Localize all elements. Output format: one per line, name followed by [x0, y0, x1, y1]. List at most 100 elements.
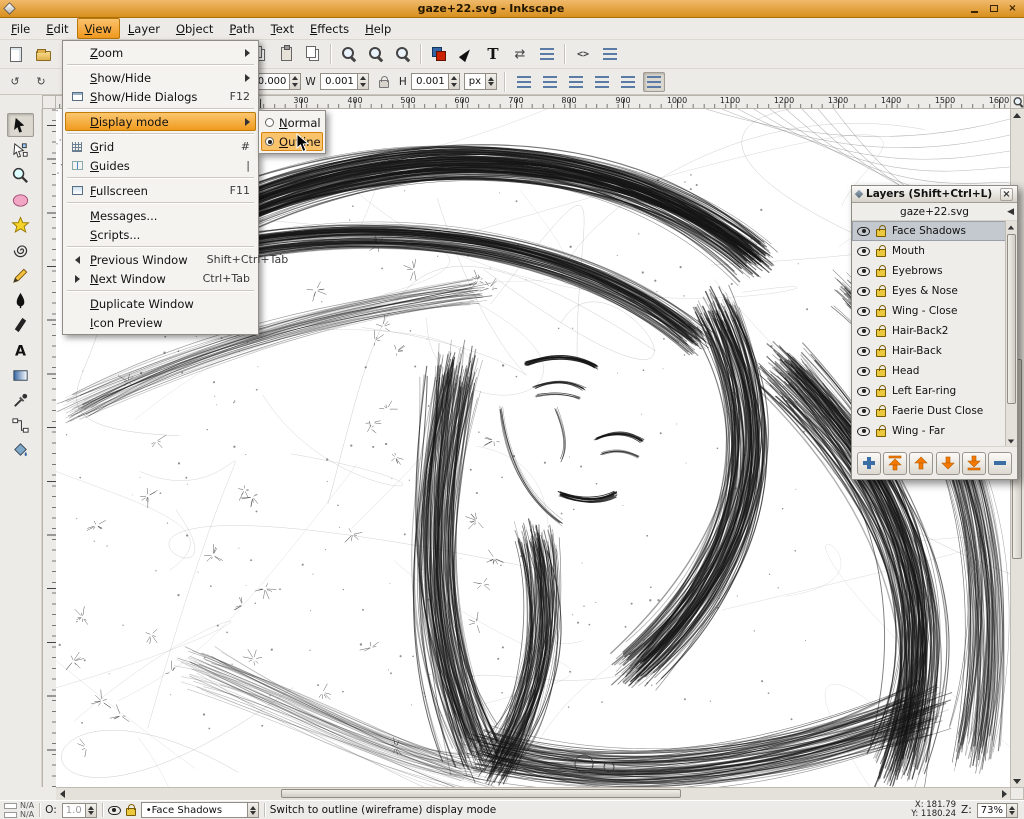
open-button[interactable]	[30, 42, 56, 67]
horizontal-scroll-thumb[interactable]	[281, 789, 681, 798]
units-combo[interactable]: px	[464, 73, 497, 90]
xml-editor-button[interactable]: <>	[570, 42, 596, 67]
menu-item-icon-preview[interactable]: Icon Preview	[65, 313, 256, 332]
visibility-eye-icon[interactable]	[857, 287, 870, 296]
lock-icon[interactable]	[876, 329, 886, 337]
tool-calligraphy[interactable]	[7, 313, 34, 337]
w-field[interactable]: 0.001	[320, 73, 369, 90]
tool-connector[interactable]	[7, 413, 34, 437]
lock-icon[interactable]	[876, 309, 886, 317]
layer-row[interactable]: Eyes & Nose	[852, 281, 1006, 301]
lock-ratio-button[interactable]	[373, 72, 395, 92]
visibility-eye-icon[interactable]	[857, 227, 870, 236]
layers-scroll-thumb[interactable]	[1007, 234, 1016, 404]
menu-item-display-mode[interactable]: Display mode	[65, 112, 256, 131]
scroll-left-button[interactable]	[56, 788, 68, 800]
tool-zoom[interactable]	[7, 163, 34, 187]
menu-item-messages[interactable]: Messages...	[65, 206, 256, 225]
scroll-down-button[interactable]	[1011, 775, 1023, 787]
close-button[interactable]: ×	[1005, 2, 1020, 16]
duplicate-button[interactable]	[300, 42, 326, 67]
visibility-eye-icon[interactable]	[857, 427, 870, 436]
lower-layer-to-bottom-button[interactable]	[962, 452, 986, 475]
layer-row[interactable]: Wing - Far	[852, 421, 1006, 441]
visibility-eye-icon[interactable]	[857, 347, 870, 356]
layer-row[interactable]: Left Ear-ring	[852, 381, 1006, 401]
tool-bezier-pen[interactable]	[7, 288, 34, 312]
menu-item-display-outline[interactable]: Outline	[261, 132, 323, 151]
menu-item-next-window[interactable]: Next WindowCtrl+Tab	[65, 269, 256, 288]
layer-row[interactable]: Face Shadows	[852, 221, 1006, 241]
lock-icon[interactable]	[876, 229, 886, 237]
horizontal-scrollbar[interactable]	[56, 787, 1010, 800]
menu-help[interactable]: Help	[357, 18, 399, 39]
opacity-field[interactable]: 1.0	[62, 803, 97, 818]
units-stepper[interactable]	[485, 74, 496, 89]
lock-icon[interactable]	[876, 349, 886, 357]
layers-panel-titlebar[interactable]: Layers (Shift+Ctrl+L) ×	[852, 186, 1017, 203]
menu-item-display-normal[interactable]: Normal	[261, 113, 323, 132]
tool-gradient[interactable]	[7, 363, 34, 387]
layers-document-selector[interactable]: gaze+22.svg ◀	[852, 203, 1017, 221]
menu-item-show-hide[interactable]: Show/Hide	[65, 68, 256, 87]
rotate-ccw-button[interactable]: ↺	[4, 72, 26, 92]
canvas-corner-zoom-button[interactable]	[1010, 95, 1024, 109]
layer-row[interactable]: Faerie Dust Close	[852, 401, 1006, 421]
text-dialog-button[interactable]: T	[480, 42, 506, 67]
visibility-eye-icon[interactable]	[857, 387, 870, 396]
layer-combo-stepper[interactable]	[247, 803, 258, 817]
zoom-selection-button[interactable]	[336, 42, 362, 67]
visibility-eye-icon[interactable]	[857, 307, 870, 316]
window-titlebar[interactable]: gaze+22.svg - Inkscape ×	[0, 0, 1024, 18]
vertical-ruler[interactable]	[42, 109, 56, 787]
layer-row[interactable]: Mouth	[852, 241, 1006, 261]
h-field[interactable]: 0.001	[411, 73, 460, 90]
fill-swatch[interactable]	[4, 803, 17, 809]
visibility-eye-icon[interactable]	[857, 327, 870, 336]
affect-rotate-toggle[interactable]	[565, 72, 587, 92]
menu-file[interactable]: File	[3, 18, 38, 39]
tool-node-editor[interactable]	[7, 138, 34, 162]
tool-paint-bucket[interactable]	[7, 438, 34, 462]
tool-text[interactable]: A	[7, 338, 34, 362]
align-dialog-button[interactable]	[534, 42, 560, 67]
layers-scrollbar[interactable]	[1005, 221, 1017, 447]
affect-gradients-toggle[interactable]	[617, 72, 639, 92]
layer-row[interactable]: Wing - Close	[852, 301, 1006, 321]
tool-dropper[interactable]	[7, 388, 34, 412]
lock-icon[interactable]	[876, 389, 886, 397]
affect-move-toggle[interactable]	[513, 72, 535, 92]
layer-row[interactable]: Head	[852, 361, 1006, 381]
layers-scroll-up-button[interactable]	[1005, 221, 1016, 233]
layers-scroll-down-button[interactable]	[1005, 435, 1016, 447]
menu-text[interactable]: Text	[263, 18, 302, 39]
lower-layer-button[interactable]	[936, 452, 960, 475]
add-layer-button[interactable]	[857, 452, 881, 475]
menu-item-previous-window[interactable]: Previous WindowShift+Ctrl+Tab	[65, 250, 256, 269]
layer-lock-toggle-icon[interactable]	[126, 808, 136, 816]
stroke-swatch[interactable]	[4, 812, 17, 818]
delete-layer-button[interactable]	[988, 452, 1012, 475]
transform-dialog-button[interactable]: ⇄	[507, 42, 533, 67]
visibility-eye-icon[interactable]	[857, 367, 870, 376]
affect-corners-toggle[interactable]	[591, 72, 613, 92]
menu-item-grid[interactable]: Grid#	[65, 137, 256, 156]
y-stepper[interactable]	[289, 74, 300, 89]
menu-object[interactable]: Object	[168, 18, 221, 39]
tool-ellipse[interactable]	[7, 188, 34, 212]
raise-layer-to-top-button[interactable]	[883, 452, 907, 475]
menu-item-zoom[interactable]: Zoom	[65, 43, 256, 62]
layer-row[interactable]: Eyebrows	[852, 261, 1006, 281]
new-document-button[interactable]	[3, 42, 29, 67]
tool-star[interactable]	[7, 213, 34, 237]
visibility-eye-icon[interactable]	[857, 407, 870, 416]
scroll-right-button[interactable]	[998, 788, 1010, 800]
h-stepper[interactable]	[448, 74, 459, 89]
tool-spiral[interactable]	[7, 238, 34, 262]
menu-path[interactable]: Path	[221, 18, 262, 39]
y-field[interactable]: 0.000	[252, 73, 301, 90]
menu-item-fullscreen[interactable]: FullscreenF11	[65, 181, 256, 200]
zoom-field[interactable]: 73%	[977, 803, 1018, 818]
menu-effects[interactable]: Effects	[302, 18, 357, 39]
affect-scale-toggle[interactable]	[539, 72, 561, 92]
